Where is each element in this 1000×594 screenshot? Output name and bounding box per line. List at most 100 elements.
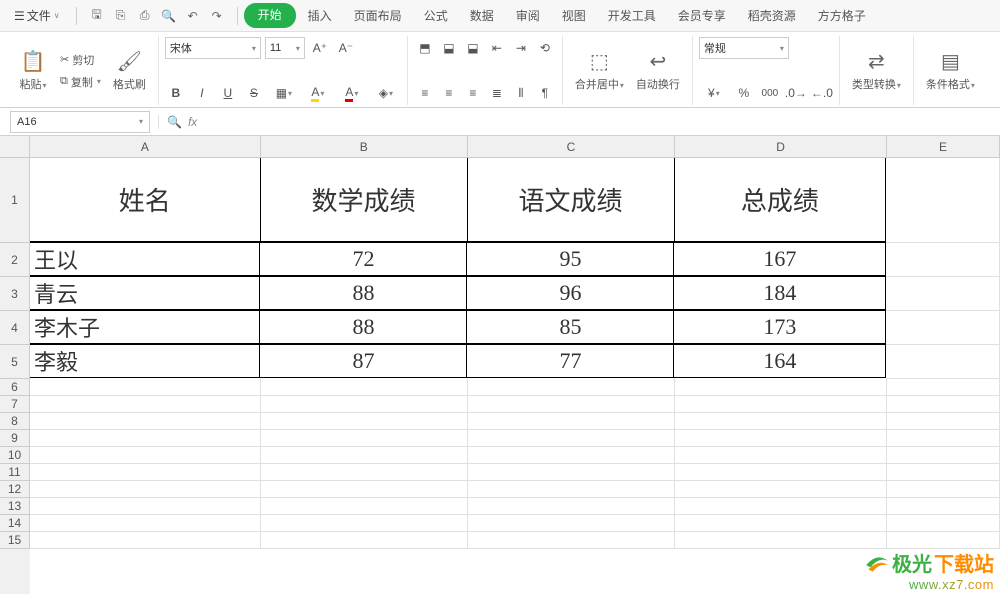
distribute-icon[interactable]: ⫴ [510, 82, 532, 104]
copy-button[interactable]: ⧉复制▾ [56, 72, 105, 92]
menu-tab-1[interactable]: 插入 [298, 3, 342, 28]
column-header-D[interactable]: D [675, 136, 887, 158]
cell[interactable] [887, 464, 1000, 481]
align-middle-icon[interactable]: ⬓ [438, 37, 460, 59]
cell[interactable] [887, 481, 1000, 498]
math-cell[interactable]: 88 [259, 310, 467, 344]
cell[interactable] [468, 464, 675, 481]
cell[interactable] [675, 430, 887, 447]
redo-icon[interactable]: ↷ [209, 8, 225, 24]
thousands-button[interactable]: 000 [759, 82, 781, 104]
row-header-13[interactable]: 13 [0, 498, 30, 515]
align-right-icon[interactable]: ≡ [462, 82, 484, 104]
menu-tab-0[interactable]: 开始 [244, 3, 296, 28]
cell[interactable] [886, 345, 1000, 379]
cell[interactable] [30, 515, 261, 532]
chinese-cell[interactable]: 96 [466, 276, 674, 310]
cell[interactable] [261, 515, 468, 532]
table-header-cell[interactable]: 姓名 [29, 157, 261, 242]
cell[interactable] [886, 277, 1000, 311]
orientation-icon[interactable]: ⟲ [534, 37, 556, 59]
cell[interactable] [675, 379, 887, 396]
print-icon[interactable]: ⎙ [137, 8, 153, 24]
cell[interactable] [30, 498, 261, 515]
cell[interactable] [675, 396, 887, 413]
cell[interactable] [468, 447, 675, 464]
type-convert-button[interactable]: ⇄类型转换▾ [846, 47, 907, 94]
row-header-2[interactable]: 2 [0, 243, 30, 277]
name-cell[interactable]: 青云 [29, 276, 260, 310]
row-header-3[interactable]: 3 [0, 277, 30, 311]
table-header-cell[interactable]: 数学成绩 [260, 157, 468, 242]
menu-tab-6[interactable]: 视图 [552, 3, 596, 28]
cell[interactable] [468, 532, 675, 549]
align-left-icon[interactable]: ≡ [414, 82, 436, 104]
conditional-format-button[interactable]: ▤条件格式▾ [920, 47, 981, 94]
effects-button[interactable]: ◈▾ [371, 82, 401, 104]
name-cell[interactable]: 王以 [29, 242, 260, 276]
cell[interactable] [261, 464, 468, 481]
cell[interactable] [261, 430, 468, 447]
menu-tab-4[interactable]: 数据 [460, 3, 504, 28]
cell-grid[interactable]: 姓名数学成绩语文成绩总成绩王以7295167青云8896184李木子888517… [30, 158, 1000, 594]
row-header-14[interactable]: 14 [0, 515, 30, 532]
paste-button[interactable]: 📋 粘贴▾ [12, 47, 54, 94]
cell[interactable] [675, 413, 887, 430]
table-header-cell[interactable]: 总成绩 [674, 157, 887, 242]
menu-tab-8[interactable]: 会员专享 [668, 3, 736, 28]
row-header-8[interactable]: 8 [0, 413, 30, 430]
menu-tab-3[interactable]: 公式 [414, 3, 458, 28]
cell[interactable] [261, 498, 468, 515]
row-header-10[interactable]: 10 [0, 447, 30, 464]
cell[interactable] [887, 532, 1000, 549]
cell[interactable] [886, 158, 1000, 243]
cell[interactable] [675, 447, 887, 464]
cell[interactable] [887, 498, 1000, 515]
cell[interactable] [886, 243, 1000, 277]
decrease-decimal-button[interactable]: ←.0 [811, 82, 833, 104]
decrease-font-icon[interactable]: A⁻ [335, 37, 357, 59]
align-center-icon[interactable]: ≡ [438, 82, 460, 104]
cell[interactable] [468, 379, 675, 396]
cell[interactable] [675, 464, 887, 481]
cell[interactable] [30, 447, 261, 464]
chinese-cell[interactable]: 85 [466, 310, 674, 344]
math-cell[interactable]: 88 [259, 276, 467, 310]
row-header-5[interactable]: 5 [0, 345, 30, 379]
cell[interactable] [30, 396, 261, 413]
cell[interactable] [886, 311, 1000, 345]
menu-tab-9[interactable]: 稻壳资源 [738, 3, 806, 28]
fill-color-button[interactable]: A▾ [303, 82, 333, 104]
format-painter-button[interactable]: 🖌 格式刷 [107, 47, 152, 94]
column-header-A[interactable]: A [30, 136, 261, 158]
percent-button[interactable]: % [733, 82, 755, 104]
currency-button[interactable]: ¥▾ [699, 82, 729, 104]
increase-decimal-button[interactable]: .0→ [785, 82, 807, 104]
cell[interactable] [468, 413, 675, 430]
menu-tab-2[interactable]: 页面布局 [344, 3, 412, 28]
cell[interactable] [261, 396, 468, 413]
name-cell[interactable]: 李木子 [29, 310, 260, 344]
merge-center-button[interactable]: ⬚合并居中▾ [569, 47, 630, 94]
align-bottom-icon[interactable]: ⬓ [462, 37, 484, 59]
cell[interactable] [675, 532, 887, 549]
wrap-text-button[interactable]: ↩自动换行 [630, 47, 686, 94]
column-header-E[interactable]: E [887, 136, 1000, 158]
cell[interactable] [261, 379, 468, 396]
bold-button[interactable]: B [165, 82, 187, 104]
cancel-icon[interactable]: 🔍 [167, 115, 182, 129]
menu-tab-7[interactable]: 开发工具 [598, 3, 666, 28]
cell[interactable] [675, 481, 887, 498]
number-format-select[interactable]: 常规▾ [699, 37, 789, 59]
total-cell[interactable]: 173 [673, 310, 886, 344]
export-icon[interactable]: ⎘ [113, 8, 129, 24]
cell[interactable] [30, 532, 261, 549]
chinese-cell[interactable]: 77 [466, 344, 674, 378]
select-all-corner[interactable] [0, 136, 30, 158]
save-icon[interactable]: 🖫 [89, 8, 105, 24]
cell[interactable] [887, 413, 1000, 430]
cell[interactable] [30, 413, 261, 430]
strikethrough-button[interactable]: S [243, 82, 265, 104]
cell[interactable] [887, 447, 1000, 464]
total-cell[interactable]: 184 [673, 276, 886, 310]
